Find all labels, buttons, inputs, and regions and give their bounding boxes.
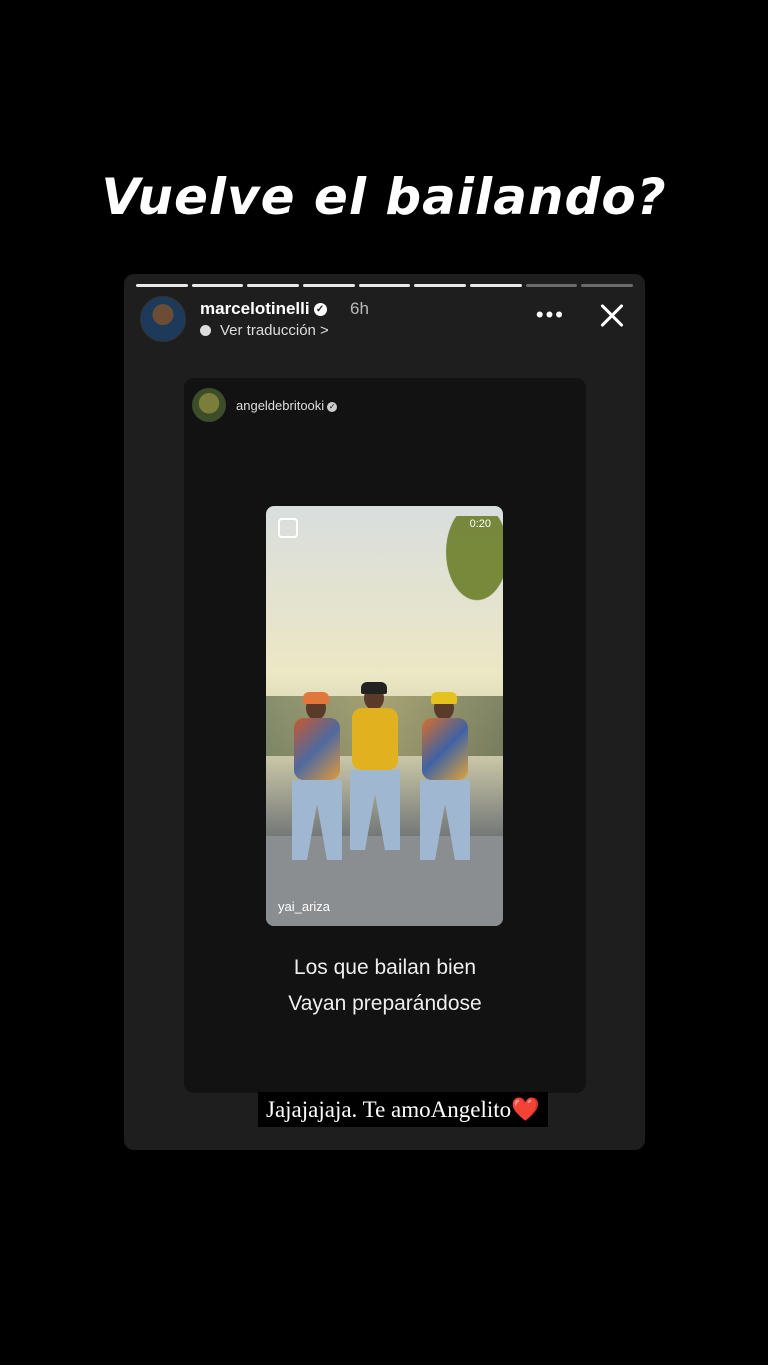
headline-text: Vuelve el bailando? — [101, 168, 667, 226]
close-icon[interactable] — [593, 296, 633, 336]
story-username-text: marcelotinelli — [200, 299, 310, 318]
more-options-icon[interactable]: ••• — [536, 302, 565, 328]
caption-line: Los que bailan bien — [293, 956, 477, 979]
reel-video-thumbnail[interactable]: 0:20 yai_ariza — [266, 506, 503, 926]
verified-badge-icon: ✓ — [327, 401, 338, 412]
translate-link[interactable]: Ver traducción > — [200, 322, 329, 339]
story-text-overlay: Jajajajaja. Te amoAngelito❤️ — [258, 1092, 548, 1127]
story-time: 6h — [350, 299, 369, 318]
translate-icon — [200, 325, 211, 336]
shared-post-caption: Los que bailan bien Vayan preparándose — [184, 950, 586, 1022]
progress-segment — [191, 284, 244, 287]
palm-tree-image — [423, 516, 503, 636]
shared-post-avatar[interactable] — [192, 388, 226, 422]
caption-line: Vayan preparándose — [288, 992, 482, 1015]
shared-post[interactable]: angeldebritooki ✓ 0:20 yai_ariza Los que … — [184, 378, 586, 1093]
progress-segment — [525, 284, 578, 287]
avatar[interactable] — [140, 296, 186, 342]
translate-label: Ver traducción > — [220, 322, 329, 339]
reel-icon — [278, 518, 298, 538]
story-header: marcelotinelli ✓ 6h Ver traducción > ••• — [140, 296, 633, 344]
heart-icon: ❤️ — [511, 1097, 540, 1122]
progress-segment — [414, 284, 467, 287]
overlay-text: Jajajajaja. Te amoAngelito — [266, 1097, 512, 1122]
shared-post-header: angeldebritooki ✓ — [192, 388, 578, 422]
story-card[interactable]: marcelotinelli ✓ 6h Ver traducción > ••• … — [124, 274, 645, 1150]
progress-segment — [581, 284, 634, 287]
shared-post-username[interactable]: angeldebritooki ✓ — [236, 398, 338, 413]
dancer-figure — [344, 682, 406, 856]
story-progress-bar — [136, 284, 634, 287]
verified-badge-icon: ✓ — [313, 303, 327, 317]
progress-segment — [303, 284, 355, 287]
progress-segment — [247, 284, 300, 287]
video-credit: yai_ariza — [278, 899, 331, 914]
dancer-figure — [286, 692, 348, 866]
shared-post-username-text: angeldebritooki — [236, 398, 325, 413]
dancer-figure — [414, 692, 476, 866]
story-username[interactable]: marcelotinelli ✓ — [200, 299, 327, 319]
progress-segment — [136, 284, 188, 287]
video-duration: 0:20 — [469, 518, 491, 530]
progress-segment — [470, 284, 522, 287]
progress-segment — [358, 284, 411, 287]
